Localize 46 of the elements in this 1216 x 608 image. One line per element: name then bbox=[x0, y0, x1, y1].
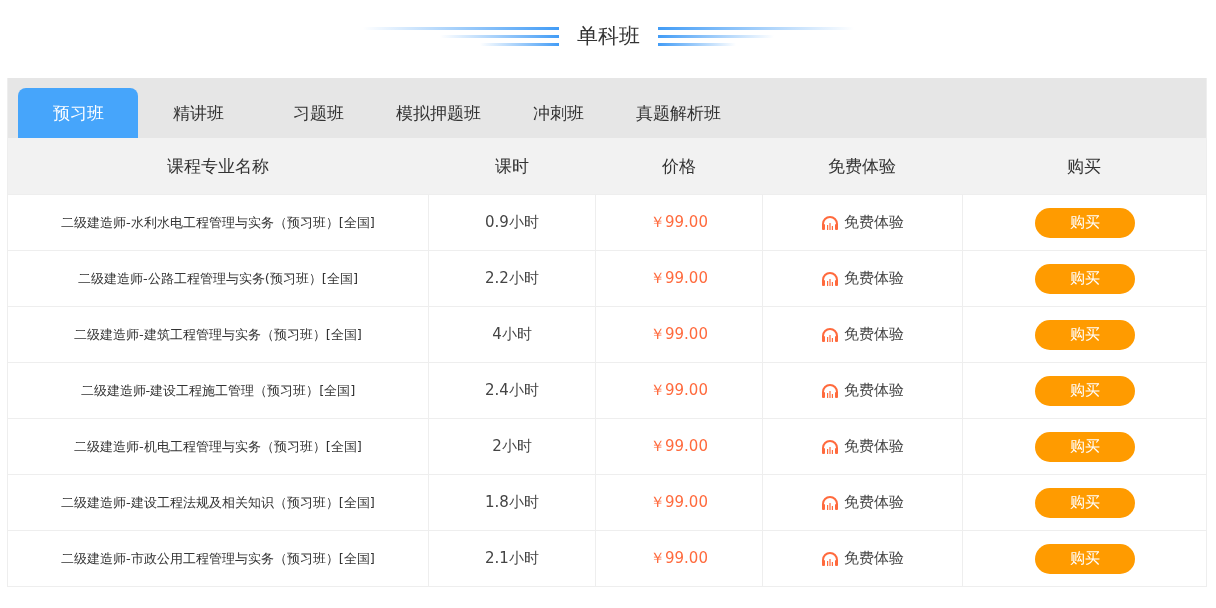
course-hours: 1.8小时 bbox=[485, 493, 539, 512]
free-trial-link[interactable]: 免费体验 bbox=[844, 381, 904, 400]
section-title: 单科班 bbox=[576, 23, 640, 50]
course-name: 二级建造师-水利水电工程管理与实务（预习班）[全国] bbox=[61, 213, 375, 232]
column-header: 课程专业名称 bbox=[8, 138, 428, 194]
tab[interactable]: 冲刺班 bbox=[498, 88, 618, 138]
course-hours: 2.2小时 bbox=[485, 269, 539, 288]
course-price: ￥99.00 bbox=[650, 381, 708, 400]
column-header: 课时 bbox=[428, 138, 595, 194]
course-name: 二级建造师-建设工程法规及相关知识（预习班）[全国] bbox=[61, 493, 375, 512]
headphones-icon bbox=[821, 550, 839, 567]
column-header: 购买 bbox=[962, 138, 1206, 194]
course-hours: 4小时 bbox=[492, 325, 532, 344]
course-price: ￥99.00 bbox=[650, 325, 708, 344]
free-trial-link[interactable]: 免费体验 bbox=[844, 325, 904, 344]
tab[interactable]: 精讲班 bbox=[138, 88, 258, 138]
column-header: 价格 bbox=[595, 138, 762, 194]
headphones-icon bbox=[821, 214, 839, 231]
course-price: ￥99.00 bbox=[650, 213, 708, 232]
tab[interactable]: 真题解析班 bbox=[618, 88, 738, 138]
course-name: 二级建造师-建筑工程管理与实务（预习班）[全国] bbox=[74, 325, 362, 344]
headphones-icon bbox=[821, 382, 839, 399]
course-name: 二级建造师-市政公用工程管理与实务（预习班）[全国] bbox=[61, 549, 375, 568]
headphones-icon bbox=[821, 326, 839, 343]
course-price: ￥99.00 bbox=[650, 549, 708, 568]
free-trial-link[interactable]: 免费体验 bbox=[844, 213, 904, 232]
column-header: 免费体验 bbox=[762, 138, 962, 194]
course-name: 二级建造师-建设工程施工管理（预习班）[全国] bbox=[80, 381, 356, 400]
course-hours: 0.9小时 bbox=[485, 213, 539, 232]
free-trial-link[interactable]: 免费体验 bbox=[844, 493, 904, 512]
tab[interactable]: 习题班 bbox=[258, 88, 378, 138]
course-price: ￥99.00 bbox=[650, 437, 708, 456]
course-name: 二级建造师-机电工程管理与实务（预习班）[全国] bbox=[74, 437, 362, 456]
headphones-icon bbox=[821, 494, 839, 511]
course-hours: 2.1小时 bbox=[485, 549, 539, 568]
tab[interactable]: 模拟押题班 bbox=[378, 88, 498, 138]
course-hours: 2.4小时 bbox=[485, 381, 539, 400]
free-trial-link[interactable]: 免费体验 bbox=[844, 269, 904, 288]
course-price: ￥99.00 bbox=[650, 269, 708, 288]
course-hours: 2小时 bbox=[492, 437, 532, 456]
course-price: ￥99.00 bbox=[650, 493, 708, 512]
free-trial-link[interactable]: 免费体验 bbox=[844, 549, 904, 568]
headphones-icon bbox=[821, 438, 839, 455]
headphones-icon bbox=[821, 270, 839, 287]
free-trial-link[interactable]: 免费体验 bbox=[844, 437, 904, 456]
course-name: 二级建造师-公路工程管理与实务(预习班）[全国] bbox=[78, 269, 358, 288]
